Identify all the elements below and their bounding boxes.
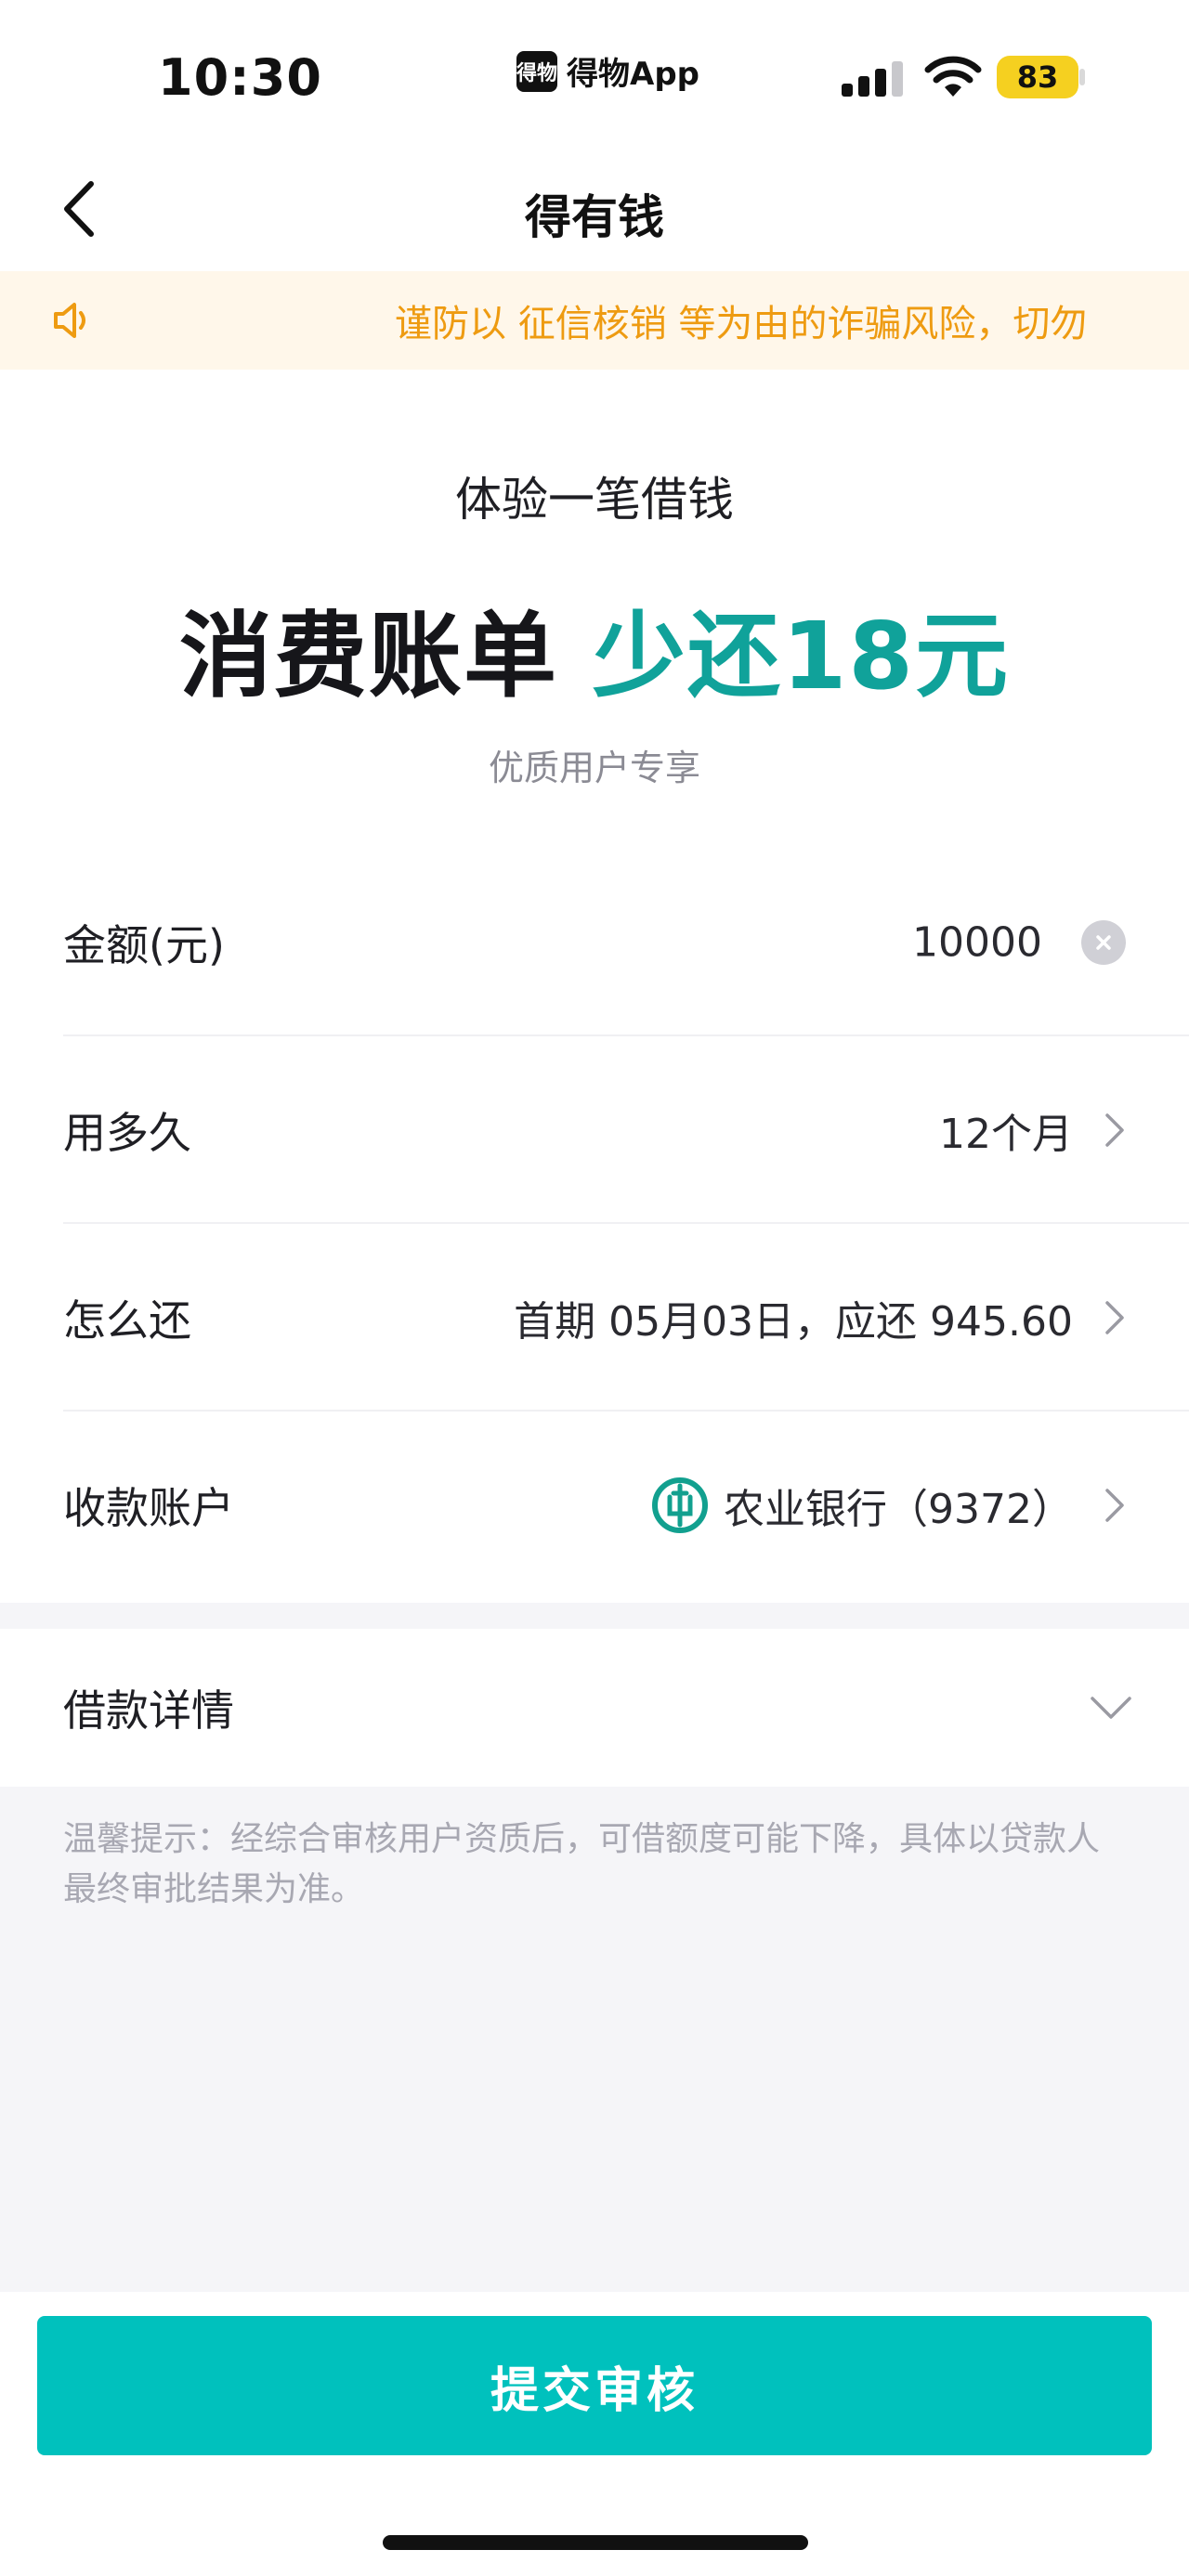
account-label: 收款账户 (63, 1483, 234, 1533)
section-gap (0, 1603, 1189, 1629)
promo-headline-main: 消费账单 (179, 602, 593, 710)
amount-row[interactable]: 金额(元) 10000 (0, 849, 1189, 1036)
repayment-value: 首期 05月03日，应还 945.60 (514, 1298, 1073, 1346)
chevron-right-icon (1105, 1301, 1124, 1334)
duration-value: 12个月 (939, 1111, 1073, 1158)
promo-subtitle: 体验一笔借钱 (455, 473, 734, 527)
amount-input[interactable]: 10000 (912, 919, 1042, 967)
submit-review-button[interactable]: 提交审核 (37, 2316, 1152, 2455)
repayment-row[interactable]: 怎么还 首期 05月03日，应还 945.60 (0, 1224, 1189, 1412)
tips-area: 温馨提示：经综合审核用户资质后，可借额度可能下降，具体以贷款人最终审批结果为准。 (0, 1787, 1189, 2292)
status-time: 10:30 (158, 48, 322, 107)
repayment-label: 怎么还 (63, 1295, 191, 1346)
battery-tip (1079, 69, 1085, 85)
cellular-signal-icon (842, 61, 903, 97)
chevron-down-icon (1091, 1697, 1131, 1719)
chevron-right-icon (1105, 1489, 1124, 1522)
app-logo: 得物 (516, 50, 557, 92)
duration-label: 用多久 (63, 1108, 191, 1158)
account-row[interactable]: 收款账户 农业银行（9372） (0, 1412, 1189, 1599)
account-value: 农业银行（9372） (651, 1476, 1073, 1535)
loan-detail-label: 借款详情 (63, 1685, 234, 1736)
promo-headline: 消费账单 少还18元 (0, 580, 1189, 715)
status-app-indicator: 得物 得物App (516, 48, 699, 94)
amount-label: 金额(元) (63, 920, 225, 970)
duration-row[interactable]: 用多久 12个月 (0, 1036, 1189, 1224)
page-title: 得有钱 (525, 190, 664, 244)
battery-icon: 83 (997, 56, 1078, 98)
tips-text: 温馨提示：经综合审核用户资质后，可借额度可能下降，具体以贷款人最终审批结果为准。 (63, 1820, 1101, 1908)
abc-bank-logo-icon (652, 1477, 709, 1533)
speaker-icon (54, 303, 85, 338)
notice-text: 谨防以 征信核销 等为由的诈骗风险，切勿 (395, 303, 1088, 345)
chevron-right-icon (1105, 1113, 1124, 1147)
home-indicator[interactable] (383, 2535, 808, 2550)
clear-icon[interactable] (1081, 920, 1126, 965)
promo-headline-accent: 少还18元 (592, 602, 1010, 710)
promo-note: 优质用户专享 (488, 748, 700, 788)
loan-detail-toggle[interactable]: 借款详情 (0, 1629, 1189, 1787)
app-name: 得物App (567, 56, 699, 93)
wifi-icon (924, 56, 982, 97)
notice-banner[interactable]: 谨防以 征信核销 等为由的诈骗风险，切勿 (0, 271, 1189, 370)
account-name: 农业银行（9372） (724, 1486, 1073, 1533)
